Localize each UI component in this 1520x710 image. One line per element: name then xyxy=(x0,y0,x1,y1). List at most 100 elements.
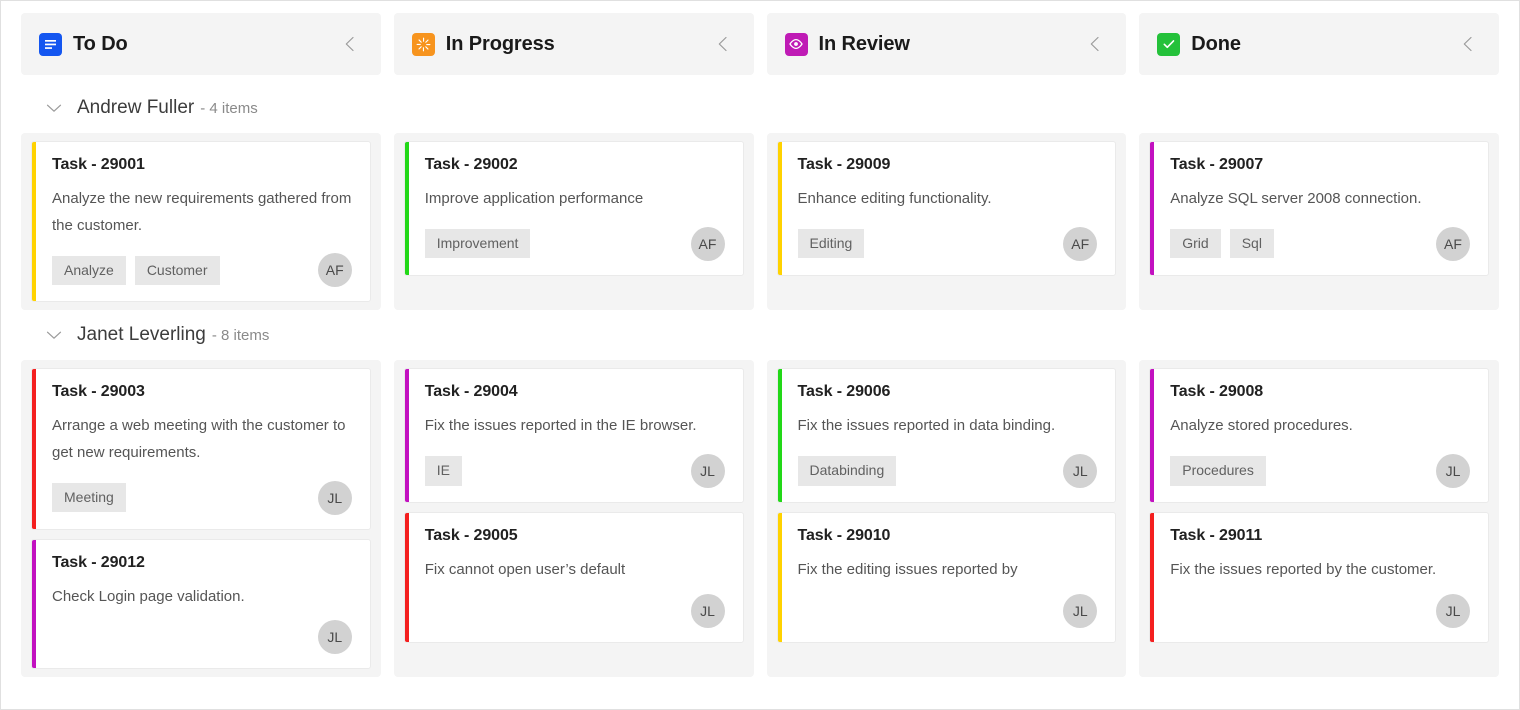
kanban-board: To Do In Progress In Review Done Andrew Ful… xyxy=(0,0,1520,710)
lane-cell-todo[interactable]: Task - 29001Analyze the new requirements… xyxy=(21,133,381,310)
card-priority-accent xyxy=(405,369,409,502)
avatar: JL xyxy=(318,481,352,515)
task-card[interactable]: Task - 29007Analyze SQL server 2008 conn… xyxy=(1149,141,1489,276)
lane-cell-done[interactable]: Task - 29008Analyze stored procedures.Pr… xyxy=(1139,360,1499,677)
card-footer: IEJL xyxy=(425,454,725,488)
card-tag-list: Meeting xyxy=(52,483,126,512)
card-footer: Databinding JL xyxy=(798,454,1098,488)
check-icon xyxy=(1157,33,1180,56)
lane-cell-inprogress[interactable]: Task - 29004Fix the issues reported in t… xyxy=(394,360,754,677)
card-footer: JL xyxy=(425,594,725,628)
task-card[interactable]: Task - 29003Arrange a web meeting with t… xyxy=(31,368,371,529)
card-priority-accent xyxy=(1150,142,1154,275)
card-title: Task - 29003 xyxy=(52,383,352,401)
card-description: Improve application performance xyxy=(425,186,725,213)
avatar: JL xyxy=(1436,594,1470,628)
task-card[interactable]: Task - 29010Fix the editing issues repor… xyxy=(777,512,1117,643)
card-priority-accent xyxy=(405,513,409,642)
card-title: Task - 29011 xyxy=(1170,527,1470,545)
card-tag[interactable]: Procedures xyxy=(1170,456,1266,485)
column-header-inreview[interactable]: In Review xyxy=(767,13,1127,75)
collapse-column-button-todo[interactable] xyxy=(337,31,363,57)
collapse-column-button-inprogress[interactable] xyxy=(710,31,736,57)
column-title: To Do xyxy=(73,33,128,56)
card-tag-list: Databinding xyxy=(798,456,897,485)
lane-cell-done[interactable]: Task - 29007Analyze SQL server 2008 conn… xyxy=(1139,133,1499,310)
swimlane-header[interactable]: Janet Leverling - 8 items xyxy=(1,310,1519,360)
collapse-column-button-done[interactable] xyxy=(1455,31,1481,57)
card-footer: GridSqlAF xyxy=(1170,227,1470,261)
task-card[interactable]: Task - 29006 Fix the issues reported in d… xyxy=(777,368,1117,503)
card-title: Task - 29005 xyxy=(425,527,725,545)
card-priority-accent xyxy=(32,142,36,301)
card-footer: JL xyxy=(1170,594,1470,628)
card-tag-list: Analyze Customer xyxy=(52,256,220,285)
card-description: Fix the editing issues reported by xyxy=(798,557,1098,584)
card-description: Fix the issues reported in the IE browse… xyxy=(425,413,725,440)
swimlane-header[interactable]: Andrew Fuller- 4 items xyxy=(1,83,1519,133)
card-description: Analyze SQL server 2008 connection. xyxy=(1170,186,1470,213)
card-tag-list: Procedures xyxy=(1170,456,1266,485)
card-title: Task - 29009 xyxy=(798,156,1098,174)
card-tag-list: Grid Sql xyxy=(1170,229,1274,258)
column-title: In Review xyxy=(819,33,910,56)
chevron-down-icon[interactable] xyxy=(43,324,65,346)
spinner-icon xyxy=(412,33,435,56)
swimlane-name: Janet Leverling xyxy=(77,324,206,346)
card-footer: Meeting JL xyxy=(52,481,352,515)
swimlane-body: Task - 29001Analyze the new requirements… xyxy=(1,133,1519,310)
avatar: JL xyxy=(318,620,352,654)
task-card[interactable]: Task - 29002 Improve application performa… xyxy=(404,141,744,276)
card-tag[interactable]: Editing xyxy=(798,229,865,258)
card-title: Task - 29001 xyxy=(52,156,352,174)
lane-cell-inprogress[interactable]: Task - 29002 Improve application performa… xyxy=(394,133,754,310)
task-card[interactable]: Task - 29012Check Login page validation.… xyxy=(31,539,371,670)
task-card[interactable]: Task - 29005 Fix cannot open user’s defau… xyxy=(404,512,744,643)
card-tag-list: Improvement xyxy=(425,229,531,258)
task-card[interactable]: Task - 29009Enhance editing functionalit… xyxy=(777,141,1117,276)
kanban-swimlanes: Andrew Fuller- 4 items Task - 29001 Analyz… xyxy=(1,83,1519,677)
task-card[interactable]: Task - 29011Fix the issues reported by t… xyxy=(1149,512,1489,643)
card-footer: JL xyxy=(798,594,1098,628)
swimlane-item-count: - 8 items xyxy=(212,327,270,344)
swimlane-body: Task - 29003Arrange a web meeting with t… xyxy=(1,360,1519,677)
lane-cell-inreview[interactable]: Task - 29009Enhance editing functionalit… xyxy=(767,133,1127,310)
column-header-todo[interactable]: To Do xyxy=(21,13,381,75)
card-title: Task - 29006 xyxy=(798,383,1098,401)
collapse-column-button-inreview[interactable] xyxy=(1082,31,1108,57)
card-priority-accent xyxy=(32,540,36,669)
card-tag[interactable]: Sql xyxy=(1230,229,1274,258)
card-tag[interactable]: Grid xyxy=(1170,229,1220,258)
task-card[interactable]: Task - 29004Fix the issues reported in t… xyxy=(404,368,744,503)
task-card[interactable]: Task - 29008Analyze stored procedures.Pr… xyxy=(1149,368,1489,503)
card-footer: Procedures JL xyxy=(1170,454,1470,488)
avatar: AF xyxy=(318,253,352,287)
column-header-inprogress[interactable]: In Progress xyxy=(394,13,754,75)
card-tag[interactable]: Customer xyxy=(135,256,220,285)
avatar: JL xyxy=(691,594,725,628)
card-description: Fix cannot open user’s default xyxy=(425,557,725,584)
card-footer: JL xyxy=(52,620,352,654)
chevron-left-icon xyxy=(1084,33,1106,55)
column-header-done[interactable]: Done xyxy=(1139,13,1499,75)
card-title: Task - 29008 xyxy=(1170,383,1470,401)
card-tag[interactable]: IE xyxy=(425,456,462,485)
column-title: Done xyxy=(1191,33,1241,56)
task-card[interactable]: Task - 29001Analyze the new requirements… xyxy=(31,141,371,302)
chevron-down-icon[interactable] xyxy=(43,97,65,119)
card-tag[interactable]: Analyze xyxy=(52,256,126,285)
chevron-left-icon xyxy=(339,33,361,55)
chevron-left-icon xyxy=(1457,33,1479,55)
card-description: Fix the issues reported in data binding. xyxy=(798,413,1098,440)
avatar: JL xyxy=(1436,454,1470,488)
lane-cell-todo[interactable]: Task - 29003Arrange a web meeting with t… xyxy=(21,360,381,677)
avatar: JL xyxy=(1063,454,1097,488)
card-tag[interactable]: Databinding xyxy=(798,456,897,485)
card-title: Task - 29002 xyxy=(425,156,725,174)
eye-icon xyxy=(785,33,808,56)
lane-cell-inreview[interactable]: Task - 29006 Fix the issues reported in d… xyxy=(767,360,1127,677)
card-title: Task - 29012 xyxy=(52,554,352,572)
card-priority-accent xyxy=(778,369,782,502)
card-tag[interactable]: Meeting xyxy=(52,483,126,512)
card-tag[interactable]: Improvement xyxy=(425,229,531,258)
